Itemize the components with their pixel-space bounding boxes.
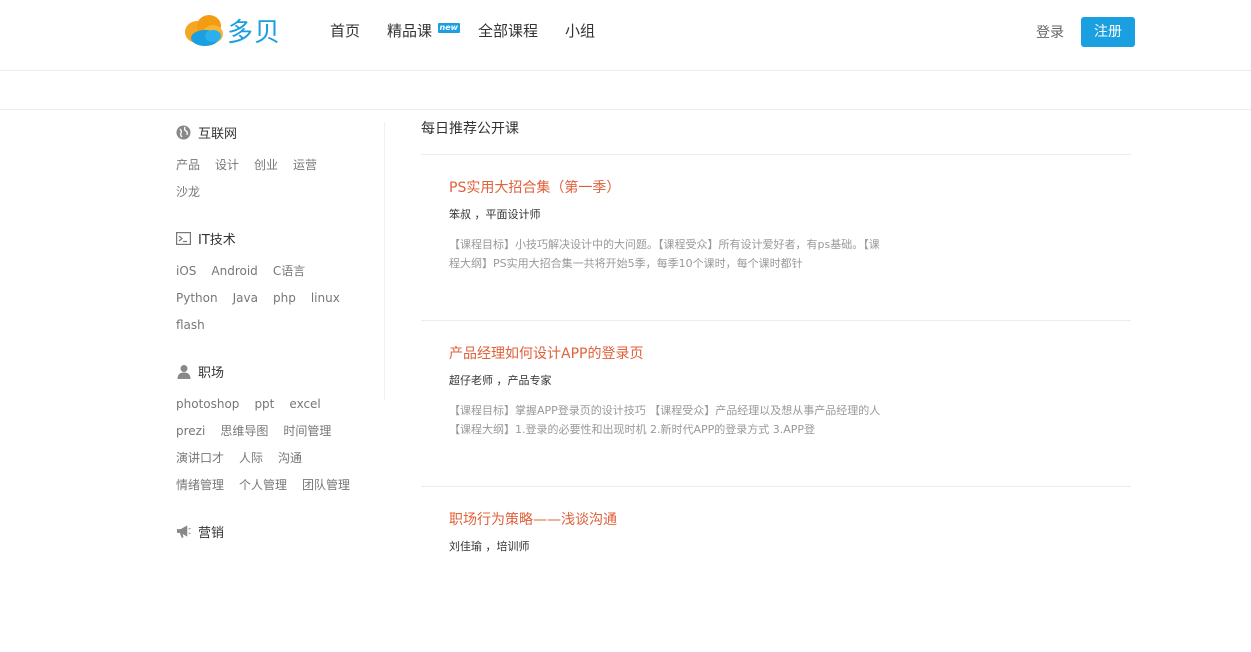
section-title: 每日推荐公开课 <box>421 118 1131 155</box>
tag-link[interactable]: Android <box>211 258 257 285</box>
tag-link[interactable]: php <box>273 285 296 312</box>
tag-link[interactable]: photoshop <box>176 391 239 418</box>
category-title-career[interactable]: 职场 <box>176 361 384 381</box>
course-teacher: 笨叔 ，平面设计师 <box>449 208 541 221</box>
category-it: IT技术 iOS Android C语言 Python Java php lin… <box>176 228 384 339</box>
category-internet: 互联网 产品 设计 创业 运营 沙龙 <box>176 122 384 206</box>
tag-link[interactable]: linux <box>311 285 340 312</box>
top-header: 多贝 首页 精品课 new 全部课程 小组 登录 注册 <box>0 0 1251 71</box>
globe-icon <box>176 125 191 140</box>
tag-link[interactable]: flash <box>176 312 205 339</box>
course-title[interactable]: 产品经理如何设计APP的登录页 <box>449 343 1131 365</box>
new-badge: new <box>437 23 461 33</box>
nav-all-courses[interactable]: 全部课程 <box>478 20 538 42</box>
tag-link[interactable]: 团队管理 <box>302 472 350 499</box>
course-title[interactable]: 职场行为策略——浅谈沟通 <box>449 509 1131 531</box>
login-link[interactable]: 登录 <box>1036 22 1064 42</box>
megaphone-icon <box>176 524 191 539</box>
tag-link[interactable]: Python <box>176 285 218 312</box>
category-title-internet[interactable]: 互联网 <box>176 122 384 142</box>
terminal-icon <box>176 231 191 246</box>
tag-list: photoshop ppt excel prezi 思维导图 时间管理 演讲口才… <box>176 391 366 499</box>
sub-bar <box>0 71 1251 110</box>
sidebar-divider <box>384 122 385 400</box>
recommended-courses: 每日推荐公开课 PS实用大招合集（第一季） 笨叔 ，平面设计师 【课程目标】小技… <box>421 118 1131 652</box>
register-button[interactable]: 注册 <box>1081 17 1135 47</box>
user-icon <box>176 364 191 379</box>
site-logo[interactable]: 多贝 <box>183 10 281 50</box>
course-description: 【课程目标】掌握APP登录页的设计技巧 【课程受众】产品经理以及想从事产品经理的… <box>449 404 881 436</box>
category-career: 职场 photoshop ppt excel prezi 思维导图 时间管理 演… <box>176 361 384 499</box>
course-description: 【课程目标】小技巧解决设计中的大问题。【课程受众】所有设计爱好者，有ps基础。【… <box>449 238 880 270</box>
tag-link[interactable]: 产品 <box>176 152 200 179</box>
logo-text: 多贝 <box>227 17 282 48</box>
category-name: 互联网 <box>198 126 238 142</box>
tag-link[interactable]: 思维导图 <box>220 418 268 445</box>
tag-list: iOS Android C语言 Python Java php linux fl… <box>176 258 366 339</box>
nav-premium-label: 精品课 <box>387 22 433 40</box>
tag-link[interactable]: 时间管理 <box>283 418 331 445</box>
category-title-it[interactable]: IT技术 <box>176 228 384 248</box>
main-nav: 首页 精品课 new 全部课程 小组 <box>330 20 622 42</box>
category-title-marketing[interactable]: 营销 <box>176 521 384 541</box>
tag-link[interactable]: 人际 <box>239 445 263 472</box>
course-teacher: 超仔老师 ，产品专家 <box>449 374 552 387</box>
category-name: 职场 <box>198 365 225 381</box>
course-card: PS实用大招合集（第一季） 笨叔 ，平面设计师 【课程目标】小技巧解决设计中的大… <box>421 155 1131 321</box>
tag-link[interactable]: Java <box>233 285 258 312</box>
category-name: IT技术 <box>198 232 236 248</box>
tag-link[interactable]: ppt <box>254 391 274 418</box>
tag-link[interactable]: 沙龙 <box>176 179 200 206</box>
tag-link[interactable]: 个人管理 <box>239 472 287 499</box>
cloud-logo-icon <box>185 15 223 46</box>
course-teacher: 刘佳瑜 ，培训师 <box>449 540 530 553</box>
nav-groups[interactable]: 小组 <box>565 20 595 42</box>
tag-link[interactable]: excel <box>289 391 320 418</box>
tag-link[interactable]: prezi <box>176 418 205 445</box>
nav-premium-courses[interactable]: 精品课 new <box>387 20 461 42</box>
course-card: 产品经理如何设计APP的登录页 超仔老师 ，产品专家 【课程目标】掌握APP登录… <box>421 321 1131 487</box>
category-sidebar: 互联网 产品 设计 创业 运营 沙龙 IT技术 iOS Android C语言 … <box>176 122 384 563</box>
tag-link[interactable]: C语言 <box>273 258 305 285</box>
tag-link[interactable]: iOS <box>176 258 196 285</box>
tag-link[interactable]: 创业 <box>254 152 278 179</box>
tag-link[interactable]: 演讲口才 <box>176 445 224 472</box>
tag-list: 产品 设计 创业 运营 沙龙 <box>176 152 366 206</box>
tag-link[interactable]: 沟通 <box>278 445 302 472</box>
tag-link[interactable]: 情绪管理 <box>176 472 224 499</box>
tag-link[interactable]: 运营 <box>293 152 317 179</box>
nav-home[interactable]: 首页 <box>330 20 360 42</box>
category-name: 营销 <box>198 525 225 541</box>
tag-link[interactable]: 设计 <box>215 152 239 179</box>
course-card: 职场行为策略——浅谈沟通 刘佳瑜 ，培训师 <box>421 487 1131 652</box>
course-title[interactable]: PS实用大招合集（第一季） <box>449 177 1131 199</box>
category-marketing: 营销 <box>176 521 384 541</box>
